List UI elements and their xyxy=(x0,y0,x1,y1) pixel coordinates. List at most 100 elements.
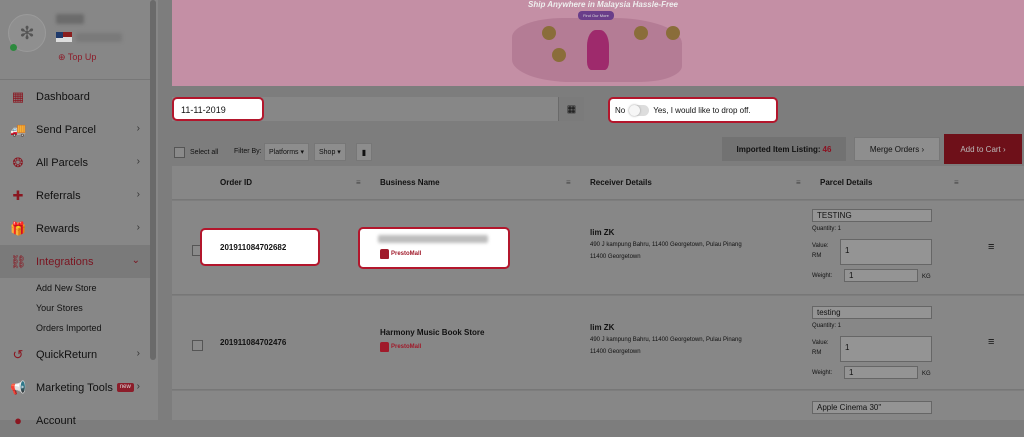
sidebar-item-marketing-tools[interactable]: 📢 Marketing Tools new › xyxy=(0,371,150,404)
row-checkbox[interactable] xyxy=(192,340,203,351)
sidebar-item-quickreturn[interactable]: ↺ QuickReturn › xyxy=(0,338,150,371)
table-row: Apple Cinema 30" xyxy=(172,391,1024,420)
value-input[interactable]: 1 xyxy=(840,239,932,265)
menu-icon[interactable]: ≡ xyxy=(988,336,994,348)
date-input[interactable]: 11-11-2019 xyxy=(172,97,264,121)
sidebar-item-label: Account xyxy=(36,414,76,427)
calendar-icon[interactable]: ▦ xyxy=(558,97,584,121)
weight-label: Weight: xyxy=(812,370,833,376)
col-business-name[interactable]: Business Name xyxy=(380,178,440,187)
sort-icon[interactable]: ≡ xyxy=(356,178,361,187)
business-highlight xyxy=(358,227,510,269)
top-up-link[interactable]: ⊕ Top Up xyxy=(58,52,96,63)
chevron-down-icon: ⌄ xyxy=(131,255,140,266)
profile-panel: ✻ ⊕ Top Up xyxy=(0,0,150,80)
sidebar-item-label: Send Parcel xyxy=(36,123,96,136)
parcel-content-input[interactable]: TESTING xyxy=(812,209,932,222)
value-label: Value: xyxy=(812,243,829,249)
brand-label: PrestoMall xyxy=(391,251,422,257)
select-all-checkbox[interactable] xyxy=(174,147,185,158)
receiver-address: 490 J kampung Bahru, 11400 Georgetown, P… xyxy=(590,242,742,260)
sidebar-item-label: QuickReturn xyxy=(36,348,98,361)
sidebar-item-all-parcels[interactable]: ❂ All Parcels › xyxy=(0,146,150,179)
business-name-redacted xyxy=(378,235,488,243)
sidebar-item-account[interactable]: ● Account xyxy=(0,404,150,437)
chevron-right-icon: › xyxy=(136,348,140,359)
prestomall-logo: PrestoMall xyxy=(380,249,421,259)
trash-icon[interactable]: ▮ xyxy=(356,143,372,161)
sort-icon[interactable]: ≡ xyxy=(954,178,959,187)
date-picker[interactable]: 11-11-2019 ▦ xyxy=(172,97,584,121)
sidebar-subitem-add-new-store[interactable]: Add New Store xyxy=(0,278,150,298)
sidebar-scrollbar[interactable] xyxy=(150,0,156,360)
add-user-icon: ✚ xyxy=(12,187,24,203)
sidebar-item-rewards[interactable]: 🎁 Rewards › xyxy=(0,212,150,245)
sidebar-item-label: Dashboard xyxy=(36,90,90,103)
imported-item-listing: Imported Item Listing: 46 xyxy=(722,137,846,161)
dashboard-icon: ▦ xyxy=(11,88,25,104)
sort-icon[interactable]: ≡ xyxy=(566,178,571,187)
platforms-dropdown[interactable]: Platforms ▾ xyxy=(264,143,310,161)
brand-label: PrestoMall xyxy=(391,344,422,350)
merge-orders-button[interactable]: Merge Orders › xyxy=(854,137,940,161)
menu-icon[interactable]: ≡ xyxy=(988,241,994,253)
add-to-cart-button[interactable]: Add to Cart › xyxy=(944,134,1022,164)
receiver-name: lim ZK xyxy=(590,228,615,237)
value-unit: RM xyxy=(812,350,822,356)
sidebar-item-send-parcel[interactable]: 🚚 Send Parcel › xyxy=(0,113,150,146)
imported-count: 46 xyxy=(822,144,832,154)
table-header: Order ID ≡ Business Name ≡ Receiver Deta… xyxy=(172,166,1024,200)
user-name-redacted xyxy=(56,14,84,24)
sidebar-item-referrals[interactable]: ✚ Referrals › xyxy=(0,179,150,212)
value-label: Value: xyxy=(812,340,829,346)
sidebar-item-integrations[interactable]: ⛓ Integrations ⌄ xyxy=(0,245,150,278)
find-out-more-button[interactable]: Find Our More xyxy=(578,11,614,20)
feature-icon xyxy=(552,48,566,62)
truck-icon: 🚚 xyxy=(10,121,27,137)
chevron-right-icon: › xyxy=(136,222,140,233)
table-row: 201911084702476 Harmony Music Book Store… xyxy=(172,296,1024,390)
chevron-right-icon: › xyxy=(136,381,140,392)
shopping-bag-icon xyxy=(380,342,389,352)
sort-icon[interactable]: ≡ xyxy=(796,178,801,187)
drop-off-toggle[interactable] xyxy=(629,104,650,116)
quantity-label: Quantity: 1 xyxy=(812,226,842,232)
business-name: Harmony Music Book Store xyxy=(380,328,485,337)
sidebar: ✻ ⊕ Top Up ▦ Dashboard 🚚 Send Parcel › ❂… xyxy=(0,0,158,428)
order-id: 201911084702682 xyxy=(220,243,287,252)
weight-unit: KG xyxy=(922,274,931,280)
imported-label: Imported Item Listing: xyxy=(736,144,821,154)
orders-toolbar: Select all Filter By: Platforms ▾ Shop ▾… xyxy=(172,134,1024,164)
feature-icon xyxy=(634,26,648,40)
delivery-rider-illustration xyxy=(587,30,609,70)
weight-input[interactable]: 1 xyxy=(844,366,918,379)
sidebar-subitem-orders-imported[interactable]: Orders Imported xyxy=(0,318,150,338)
sidebar-item-label: All Parcels xyxy=(36,156,88,169)
promo-banner[interactable]: Ship Anywhere in Malaysia Hassle-Free Fi… xyxy=(172,0,1024,86)
chevron-right-icon: › xyxy=(136,189,140,200)
feature-icon xyxy=(542,26,556,40)
weight-input[interactable]: 1 xyxy=(844,269,918,282)
account-icon: ● xyxy=(14,412,22,428)
parcel-content-input[interactable]: Apple Cinema 30" xyxy=(812,401,932,414)
table-row: 201911084702682 PrestoMall lim ZK 490 J … xyxy=(172,201,1024,295)
sidebar-item-label: Rewards xyxy=(36,222,80,235)
gift-icon: 🎁 xyxy=(10,220,27,236)
col-order-id[interactable]: Order ID xyxy=(220,178,252,187)
sidebar-item-label: Referrals xyxy=(36,189,81,202)
value-unit: RM xyxy=(812,253,822,259)
select-all[interactable]: Select all xyxy=(174,147,218,158)
quantity-label: Quantity: 1 xyxy=(812,323,842,329)
parcel-content-input[interactable]: testing xyxy=(812,306,932,319)
malaysia-flag-icon xyxy=(56,32,72,42)
value-input[interactable]: 1 xyxy=(840,336,932,362)
col-receiver-details[interactable]: Receiver Details xyxy=(590,178,652,187)
shop-dropdown[interactable]: Shop ▾ xyxy=(314,143,346,161)
col-parcel-details[interactable]: Parcel Details xyxy=(820,178,872,187)
chevron-right-icon: › xyxy=(136,123,140,134)
sidebar-subitem-your-stores[interactable]: Your Stores xyxy=(0,298,150,318)
sidebar-item-dashboard[interactable]: ▦ Dashboard xyxy=(0,80,150,113)
user-detail-redacted xyxy=(76,33,122,42)
shopping-bag-icon xyxy=(380,249,389,259)
prestomall-logo: PrestoMall xyxy=(380,342,421,352)
